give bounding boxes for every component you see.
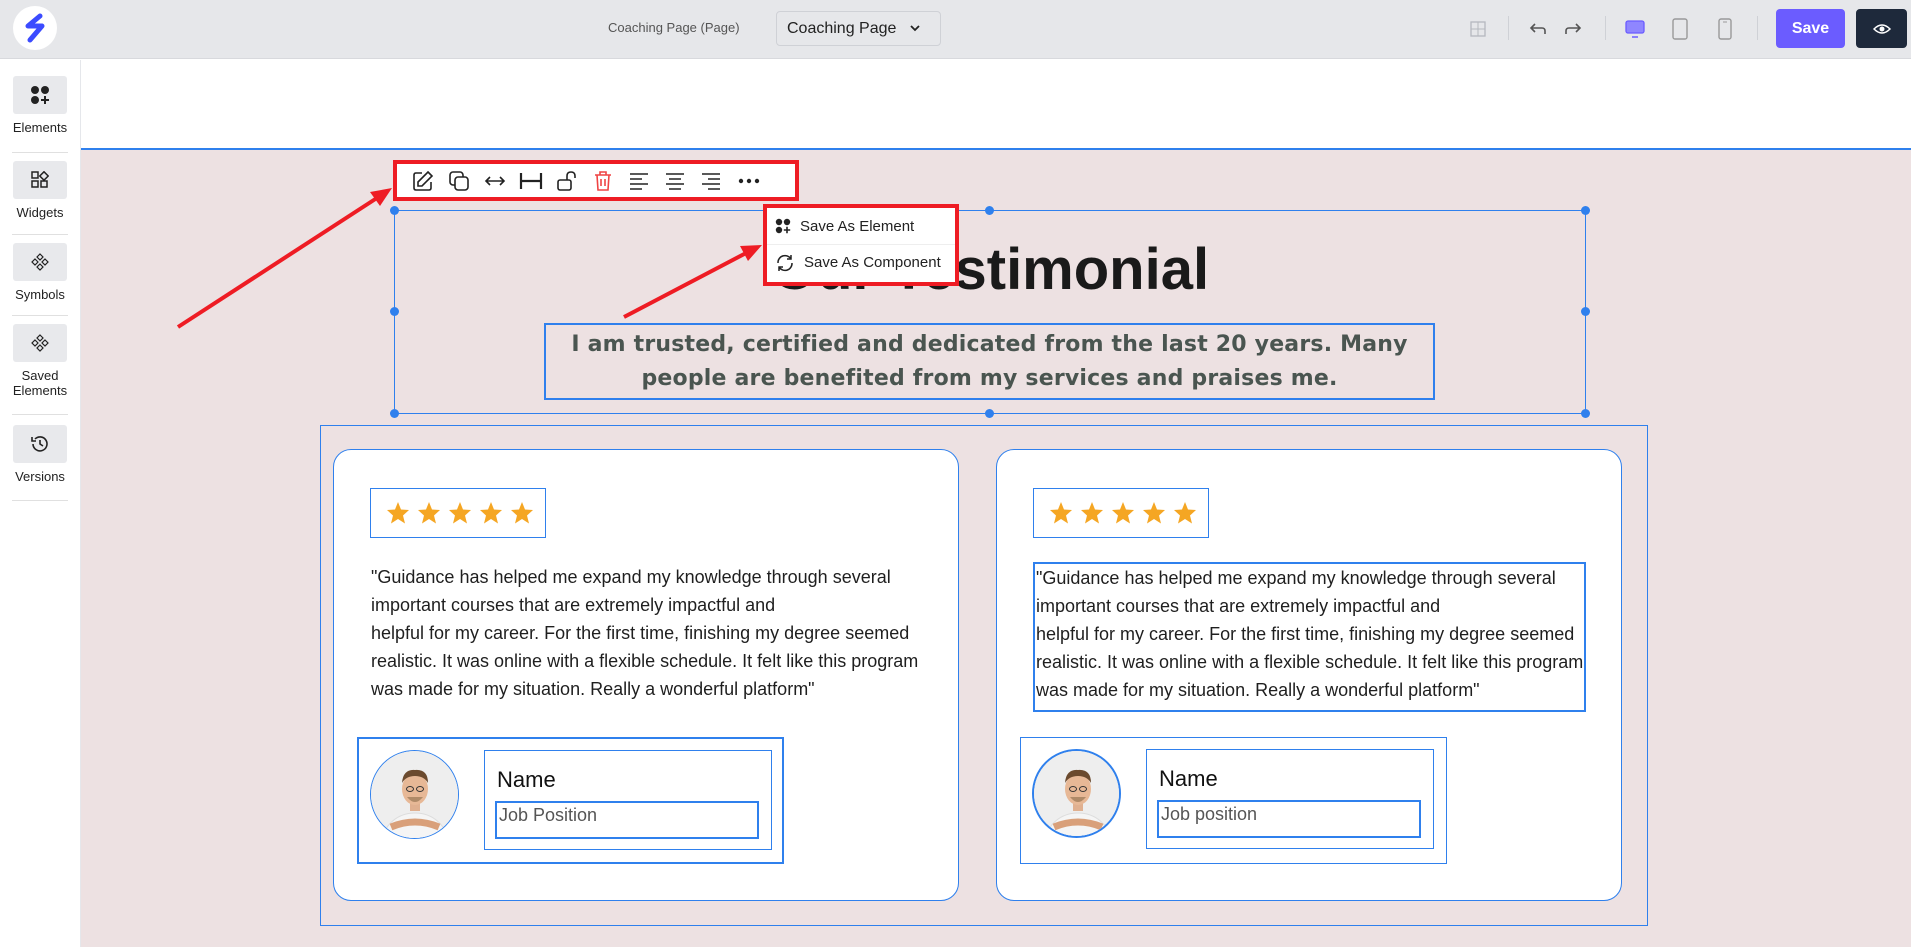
- star-icon: [511, 502, 533, 524]
- quote-line: helpful for my career. For the first tim…: [1036, 624, 1575, 644]
- job-position[interactable]: Job Position: [495, 801, 759, 839]
- quote-line: realistic. It was online with a flexible…: [371, 651, 919, 671]
- name-block[interactable]: Name Job Position: [484, 750, 772, 850]
- quote-line: was made for my situation. Really a wond…: [371, 679, 815, 699]
- author-block[interactable]: Name Job position: [1020, 737, 1447, 864]
- job-position[interactable]: Job position: [1157, 800, 1421, 838]
- star-icon: [418, 502, 440, 524]
- avatar: [370, 750, 459, 839]
- star-icon: [387, 502, 409, 524]
- quote-line: important courses that are extremely imp…: [1036, 596, 1441, 616]
- author-name[interactable]: Name: [1159, 766, 1218, 792]
- testimonial-quote[interactable]: "Guidance has helped me expand my knowle…: [1033, 562, 1586, 712]
- testimonial-card[interactable]: "Guidance has helped me expand my knowle…: [996, 449, 1622, 901]
- author-name[interactable]: Name: [497, 767, 556, 793]
- star-icon: [1143, 502, 1165, 524]
- star-icon: [1174, 502, 1196, 524]
- star-icon: [1050, 502, 1072, 524]
- star-icon: [1081, 502, 1103, 524]
- name-block[interactable]: Name Job position: [1146, 749, 1434, 849]
- testimonial-card[interactable]: "Guidance has helped me expand my knowle…: [333, 449, 959, 901]
- quote-line: was made for my situation. Really a wond…: [1036, 680, 1480, 700]
- star-icon: [1112, 502, 1134, 524]
- quote-line: "Guidance has helped me expand my knowle…: [371, 567, 891, 587]
- avatar: [1032, 749, 1121, 838]
- quote-line: "Guidance has helped me expand my knowle…: [1036, 568, 1556, 588]
- star-icon: [449, 502, 471, 524]
- quote-line: helpful for my career. For the first tim…: [371, 623, 910, 643]
- quote-line: important courses that are extremely imp…: [371, 595, 776, 615]
- testimonial-quote[interactable]: "Guidance has helped me expand my knowle…: [371, 563, 931, 703]
- star-rating[interactable]: [1033, 488, 1209, 538]
- star-rating[interactable]: [370, 488, 546, 538]
- star-icon: [480, 502, 502, 524]
- quote-line: realistic. It was online with a flexible…: [1036, 652, 1584, 672]
- author-block[interactable]: Name Job Position: [357, 737, 784, 864]
